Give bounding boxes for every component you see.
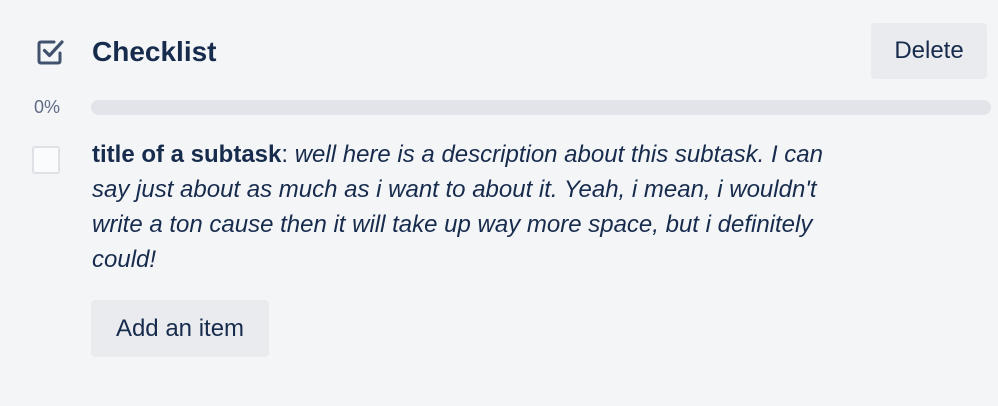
delete-button[interactable]: Delete (871, 23, 987, 79)
item-title: title of a subtask (92, 141, 282, 168)
item-checkbox[interactable] (32, 146, 60, 174)
add-item-button[interactable]: Add an item (91, 300, 269, 357)
item-separator: : (281, 141, 295, 168)
checklist-item-text[interactable]: title of a subtask: well here is a descr… (92, 137, 862, 277)
progress-bar (91, 100, 991, 115)
checklist-title: Checklist (92, 36, 217, 67)
checklist-icon (37, 40, 64, 65)
progress-percentage: 0% (34, 97, 61, 117)
